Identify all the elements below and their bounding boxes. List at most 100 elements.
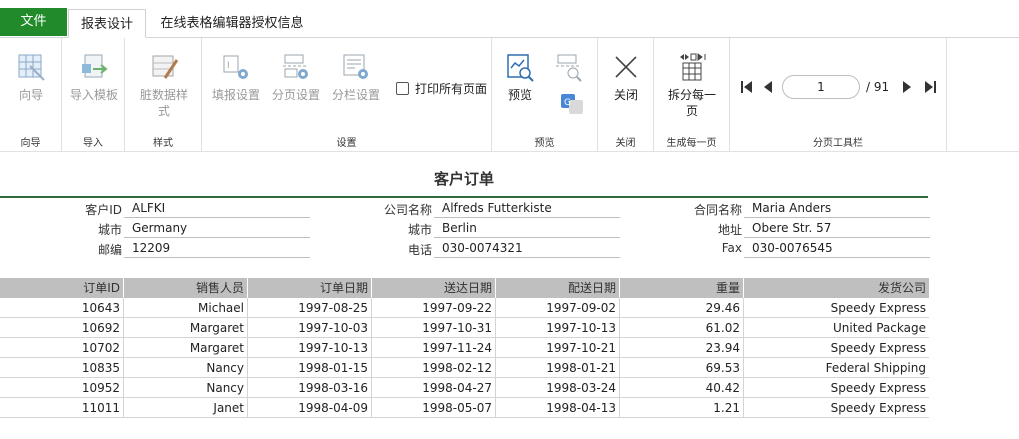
next-page-icon[interactable] — [901, 79, 913, 95]
table-cell: 1998-05-07 — [372, 398, 496, 418]
group-label-style: 样式 — [153, 138, 173, 149]
phone-label: 电话 — [407, 243, 432, 257]
table-cell: Speedy Express — [830, 381, 926, 395]
import-template-button[interactable]: 导入模板 — [64, 52, 124, 103]
page-preview-button[interactable] — [554, 52, 584, 82]
close-icon — [615, 56, 637, 78]
table-cell: 69.53 — [620, 358, 744, 378]
page-number-input[interactable] — [782, 75, 860, 99]
fill-setting-button[interactable]: I 填报设置 — [208, 52, 264, 103]
table-cell: Margaret — [124, 318, 248, 338]
group-style: 脏数据样式 样式 — [125, 38, 202, 152]
table-cell: 1998-01-21 — [496, 358, 620, 378]
column-header: 订单ID — [0, 278, 124, 298]
table-cell: 10952 — [0, 378, 124, 398]
column-header: 销售人员 — [124, 278, 248, 298]
city-label: 城市 — [97, 223, 122, 237]
column-setting-button[interactable]: 分栏设置 — [328, 52, 384, 103]
column-header: 配送日期 — [496, 278, 620, 298]
table-cell: 1.21 — [620, 398, 744, 418]
table-cell: 1997-10-13 — [248, 338, 372, 358]
table-row: 10692 Margaret 1997-10-03 1997-10-31 1997-10… — [0, 318, 929, 338]
contact-value: Maria Anders — [744, 199, 930, 218]
table-cell: 1998-01-15 — [248, 358, 372, 378]
table-cell: Federal Shipping — [825, 361, 926, 375]
dirty-data-style-button[interactable]: 脏数据样式 — [135, 52, 193, 119]
postcode-value: 12209 — [124, 239, 310, 258]
table-cell: United Package — [833, 321, 926, 335]
table-cell: 10692 — [0, 318, 124, 338]
table-row: 10835 Nancy 1998-01-15 1998-02-12 1998-01-21… — [0, 358, 929, 378]
group-label-pager: 分页工具栏 — [813, 138, 863, 149]
table-cell: 10835 — [0, 358, 124, 378]
address-value: Obere Str. 57 — [744, 219, 930, 238]
wizard-button[interactable]: 向导 — [10, 52, 52, 103]
table-row: 10952 Nancy 1998-03-16 1998-04-27 1998-03-24… — [0, 378, 929, 398]
group-generate: 拆分每一页 生成每一页 — [654, 38, 730, 152]
table-row: 11011 Janet 1998-04-09 1998-05-07 1998-04-13… — [0, 398, 929, 418]
svg-text:G: G — [564, 98, 571, 108]
checkbox-box[interactable] — [396, 82, 409, 95]
page-setting-icon — [283, 54, 308, 79]
group-label-preview: 预览 — [534, 138, 555, 149]
last-page-icon[interactable] — [923, 79, 937, 95]
page-total: / 91 — [866, 80, 890, 94]
import-template-icon — [82, 54, 108, 78]
company-value: Alfreds Futterkiste — [434, 199, 620, 218]
prev-page-icon[interactable] — [762, 79, 774, 95]
split-page-icon — [680, 53, 706, 81]
translate-button[interactable]: G — [560, 92, 584, 116]
group-close: 关闭 关闭 — [598, 38, 654, 152]
group-label-close: 关闭 — [615, 138, 636, 149]
group-label-wizard: 向导 — [20, 138, 41, 149]
table-cell: 1998-04-09 — [248, 398, 372, 418]
city-value: Germany — [124, 219, 310, 238]
customer-id-value: ALFKI — [124, 199, 310, 218]
orders-table-header: 订单ID 销售人员 订单日期 送达日期 配送日期 重量 发货公司 — [0, 278, 929, 298]
report-title: 客户订单 — [433, 170, 494, 188]
tab-file[interactable]: 文件 — [0, 8, 67, 36]
city2-label: 城市 — [407, 223, 432, 237]
fill-setting-icon: I — [223, 55, 248, 79]
first-page-icon[interactable] — [740, 79, 754, 95]
preview-button[interactable]: 预览 — [500, 52, 540, 103]
table-cell: 1997-10-13 — [496, 318, 620, 338]
group-wizard: 向导 向导 — [0, 38, 62, 152]
table-cell: 1998-04-13 — [496, 398, 620, 418]
company-label: 公司名称 — [383, 203, 432, 217]
table-cell: 61.02 — [620, 318, 744, 338]
title-divider — [0, 196, 928, 198]
table-cell: 1998-03-24 — [496, 378, 620, 398]
split-each-page-button[interactable]: 拆分每一页 — [662, 52, 722, 119]
tab-license-info[interactable]: 在线表格编辑器授权信息 — [152, 9, 312, 38]
group-label-settings: 设置 — [336, 138, 357, 149]
svg-text:I: I — [227, 61, 230, 71]
table-cell: Janet — [124, 398, 248, 418]
wizard-icon — [18, 54, 45, 81]
tab-report-design[interactable]: 报表设计 — [68, 9, 146, 38]
table-cell: Speedy Express — [830, 301, 926, 315]
table-cell: 10643 — [0, 298, 124, 318]
page-setting-button[interactable]: 分页设置 — [268, 52, 324, 103]
column-setting-icon — [343, 54, 368, 79]
table-cell: Margaret — [124, 338, 248, 358]
table-cell: 1998-04-27 — [372, 378, 496, 398]
close-button[interactable]: 关闭 — [606, 52, 646, 103]
group-label-generate: 生成每一页 — [666, 138, 717, 149]
table-cell: 1998-03-16 — [248, 378, 372, 398]
table-cell: 1997-09-22 — [372, 298, 496, 318]
preview-icon — [507, 54, 534, 82]
table-cell: Speedy Express — [830, 401, 926, 415]
table-cell: 23.94 — [620, 338, 744, 358]
column-header: 订单日期 — [248, 278, 372, 298]
table-cell: 40.42 — [620, 378, 744, 398]
column-header: 发货公司 — [877, 281, 926, 295]
table-cell: 1997-10-03 — [248, 318, 372, 338]
fax-value: 030-0076545 — [744, 239, 930, 258]
print-all-pages-checkbox[interactable]: 打印所有页面 — [396, 80, 487, 97]
table-cell: Nancy — [124, 358, 248, 378]
table-cell: 1997-10-31 — [372, 318, 496, 338]
table-cell: Speedy Express — [830, 341, 926, 355]
table-cell: 11011 — [0, 398, 124, 418]
table-cell: 10702 — [0, 338, 124, 358]
